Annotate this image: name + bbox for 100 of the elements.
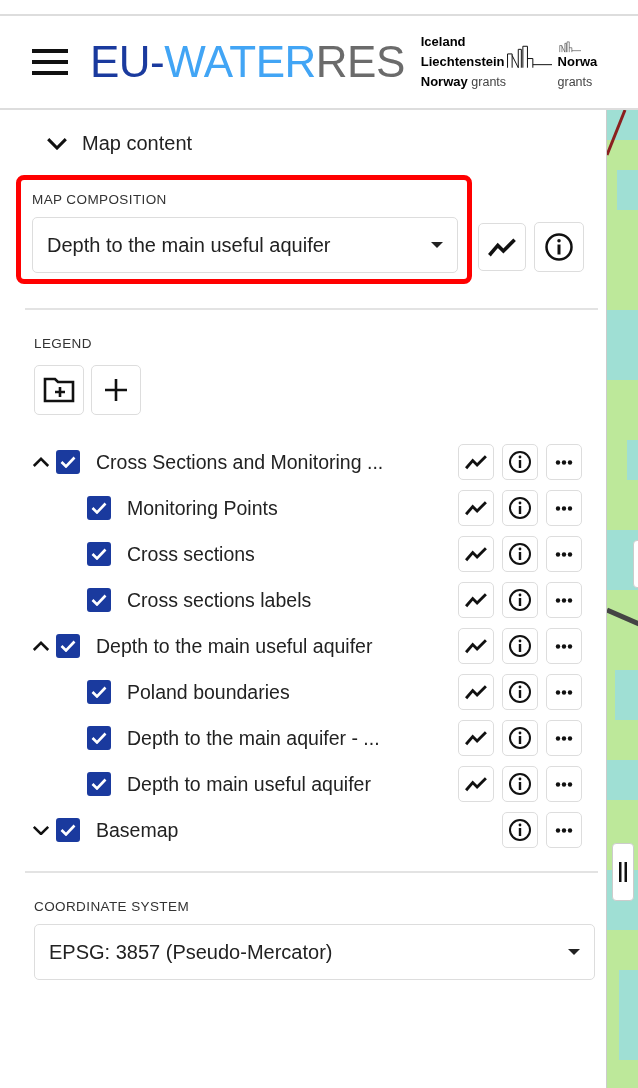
grip-icon [619,862,627,882]
info-icon [544,232,574,262]
info-icon [508,450,532,474]
logo-text: grants [471,75,507,89]
info-button[interactable] [502,536,538,572]
layer-checkbox[interactable] [56,450,80,474]
more-icon [555,781,573,787]
dropdown-arrow-icon [568,949,580,955]
layer-checkbox[interactable] [87,726,111,750]
more-icon [555,643,573,649]
layer-name: Depth to the main useful aquifer [96,634,373,658]
layer-checkbox[interactable] [56,634,80,658]
layer-checkbox[interactable] [87,588,111,612]
layer-checkbox[interactable] [87,680,111,704]
line-chart-icon [465,500,487,516]
more-button[interactable] [546,444,582,480]
info-icon [508,818,532,842]
more-icon [555,459,573,465]
line-chart-icon [465,730,487,746]
more-button[interactable] [546,536,582,572]
info-button[interactable] [502,766,538,802]
check-icon [91,548,107,560]
check-icon [91,732,107,744]
more-button[interactable] [546,582,582,618]
info-icon [508,496,532,520]
info-button[interactable] [502,674,538,710]
more-icon [555,597,573,603]
line-chart-icon [465,638,487,654]
layer-name: Cross sections [127,542,255,566]
more-button[interactable] [546,766,582,802]
map-composition-select[interactable]: Depth to the main useful aquifer [32,217,458,273]
check-icon [91,778,107,790]
chart-button[interactable] [458,628,494,664]
layer-name: Basemap [96,818,179,842]
chart-button[interactable] [458,720,494,756]
info-button[interactable] [502,444,538,480]
chart-button[interactable] [458,582,494,618]
chart-button[interactable] [458,444,494,480]
more-button[interactable] [546,812,582,848]
add-folder-button[interactable] [34,365,84,415]
info-icon [508,542,532,566]
line-chart-icon [465,592,487,608]
more-icon [555,735,573,741]
more-icon [555,505,573,511]
chart-button[interactable] [458,536,494,572]
layer-checkbox[interactable] [87,496,111,520]
info-icon [508,726,532,750]
line-chart-icon [465,454,487,470]
chart-button[interactable] [458,766,494,802]
more-icon [555,551,573,557]
section-label: COORDINATE SYSTEM [34,899,190,914]
folder-plus-icon [43,377,75,403]
info-button[interactable] [502,490,538,526]
layer-name: Cross Sections and Monitoring ... [96,450,384,474]
logo-text: Liechtenstein [420,53,505,71]
info-button[interactable] [502,582,538,618]
info-icon [508,772,532,796]
layer-name: Depth to main useful aquifer [127,772,371,796]
info-button[interactable] [502,720,538,756]
section-label: LEGEND [34,336,92,351]
more-icon [555,689,573,695]
line-chart-icon [465,684,487,700]
logo-text: Iceland [420,33,466,51]
logo-text: grants [557,74,593,91]
line-chart-icon [488,237,516,257]
layer-name: Cross sections labels [127,588,312,612]
chart-button[interactable] [478,223,526,271]
more-button[interactable] [546,628,582,664]
map-content-toggle[interactable]: Map content [46,132,193,155]
layer-checkbox[interactable] [87,542,111,566]
chart-button[interactable] [458,674,494,710]
check-icon [91,686,107,698]
more-button[interactable] [546,720,582,756]
menu-icon[interactable] [32,49,68,75]
info-button[interactable] [502,628,538,664]
plus-icon [104,378,128,402]
layer-checkbox[interactable] [56,818,80,842]
chevron-up-icon [32,640,50,652]
check-icon [91,594,107,606]
app-title: EU-WATERRES [90,37,405,87]
chevron-up-icon [32,456,50,468]
resize-handle[interactable] [612,843,634,901]
logo-text: Norway [420,74,468,89]
layer-name: Monitoring Points [127,496,278,520]
info-icon [508,588,532,612]
check-icon [91,502,107,514]
add-button[interactable] [91,365,141,415]
check-icon [60,456,76,468]
info-button[interactable] [502,812,538,848]
info-button[interactable] [534,222,584,272]
dropdown-arrow-icon [431,242,443,248]
layer-checkbox[interactable] [87,772,111,796]
more-button[interactable] [546,490,582,526]
more-icon [555,827,573,833]
chevron-down-icon [32,824,50,836]
more-button[interactable] [546,674,582,710]
coordinate-system-select[interactable]: EPSG: 3857 (Pseudo-Mercator) [34,924,595,980]
chart-button[interactable] [458,490,494,526]
check-icon [60,824,76,836]
info-icon [508,680,532,704]
